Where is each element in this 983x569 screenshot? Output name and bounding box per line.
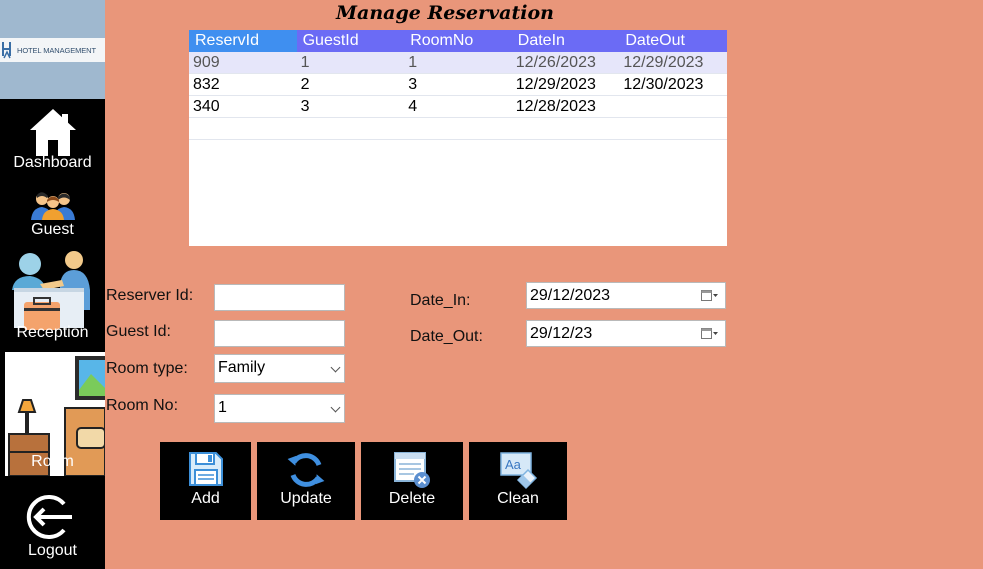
- hotel-logo-icon: [2, 42, 11, 59]
- table-cell: 4: [408, 98, 418, 115]
- table-cell: 2: [300, 76, 310, 93]
- room-type-select[interactable]: Family: [214, 354, 345, 383]
- column-header-reservid[interactable]: ReservId: [189, 30, 297, 52]
- table-cell: 340: [193, 98, 220, 115]
- table-cell: 1: [300, 54, 310, 71]
- reservations-table[interactable]: ReservId GuestId RoomNo DateIn DateOut 9…: [189, 30, 727, 246]
- table-cell: 832: [193, 76, 220, 93]
- reception-icon: [12, 251, 90, 330]
- column-header-guestid[interactable]: GuestId: [297, 30, 405, 52]
- sidebar-item-guest[interactable]: Guest: [0, 188, 105, 240]
- logo-text: HOTEL MANAGEMENT: [17, 45, 96, 55]
- logout-icon: [26, 495, 72, 539]
- table-cell: 12/29/2023: [515, 76, 596, 93]
- room-type-label: Room type:: [106, 360, 188, 377]
- room-no-select[interactable]: 1: [214, 394, 345, 423]
- chevron-down-icon: [330, 402, 341, 413]
- table-cell: 12/28/2023: [515, 98, 596, 115]
- table-row[interactable]: 909 1 1 12/26/2023 12/29/2023: [189, 52, 727, 74]
- sidebar-item-label: Reception: [16, 324, 89, 341]
- date-out-label: Date_Out:: [410, 328, 483, 345]
- date-out-value: 29/12/23: [530, 325, 593, 342]
- table-cell: 1: [408, 54, 418, 71]
- table-cell: 3: [408, 76, 418, 93]
- room-no-label: Room No:: [106, 397, 179, 414]
- add-button[interactable]: Add: [160, 442, 251, 520]
- update-button-label: Update: [280, 490, 332, 507]
- calendar-dropdown-icon[interactable]: [701, 328, 719, 340]
- page-title: Manage Reservation: [336, 2, 554, 24]
- update-button[interactable]: Update: [257, 442, 355, 520]
- delete-record-icon: [394, 452, 430, 488]
- date-in-picker[interactable]: 29/12/2023: [526, 282, 726, 309]
- delete-button-label: Delete: [388, 490, 436, 507]
- date-in-label: Date_In:: [410, 292, 471, 309]
- column-header-roomno[interactable]: RoomNo: [404, 30, 512, 52]
- table-cell: 12/26/2023: [515, 54, 596, 71]
- clear-format-icon: Aa: [500, 452, 538, 490]
- logo: HOTEL MANAGEMENT: [0, 38, 105, 62]
- reserver-id-label: Reserver Id:: [106, 287, 194, 304]
- table-cell: 909: [193, 54, 220, 71]
- room-no-value: 1: [218, 399, 227, 416]
- svg-text:Aa: Aa: [505, 457, 522, 472]
- logo-area: HOTEL MANAGEMENT: [0, 0, 105, 99]
- guests-icon: [31, 192, 75, 220]
- reserver-id-input[interactable]: [214, 284, 345, 311]
- clean-button[interactable]: Aa Clean: [469, 442, 567, 520]
- table-row[interactable]: 832 2 3 12/29/2023 12/30/2023: [189, 74, 727, 96]
- table-cell: 12/29/2023: [623, 54, 704, 71]
- refresh-icon: [287, 453, 325, 487]
- sidebar-item-logout[interactable]: Logout: [0, 490, 105, 562]
- table-cell: 12/30/2023: [623, 76, 704, 93]
- sidebar: HOTEL MANAGEMENT Dashboard Guest Recepti…: [0, 0, 105, 569]
- table-row[interactable]: 340 3 4 12/28/2023: [189, 96, 727, 118]
- room-type-value: Family: [218, 359, 266, 376]
- date-in-value: 29/12/2023: [530, 287, 611, 304]
- date-out-picker[interactable]: 29/12/23: [526, 320, 726, 347]
- table-cell: [619, 96, 727, 117]
- save-icon: [188, 452, 223, 486]
- sidebar-item-label: Logout: [28, 542, 77, 559]
- calendar-dropdown-icon[interactable]: [701, 290, 719, 302]
- table-header: ReservId GuestId RoomNo DateIn DateOut: [189, 30, 727, 52]
- table-new-row[interactable]: [189, 118, 727, 140]
- home-icon: [30, 109, 76, 156]
- sidebar-item-label: Dashboard: [13, 154, 92, 171]
- clean-button-label: Clean: [497, 490, 539, 507]
- sidebar-item-label: Guest: [31, 221, 74, 238]
- sidebar-item-dashboard[interactable]: Dashboard: [0, 104, 105, 176]
- chevron-down-icon: [330, 362, 341, 373]
- column-header-datein[interactable]: DateIn: [512, 30, 620, 52]
- delete-button[interactable]: Delete: [361, 442, 463, 520]
- guest-id-input[interactable]: [214, 320, 345, 347]
- table-cell: 3: [300, 98, 310, 115]
- sidebar-item-room[interactable]: Room: [5, 352, 105, 476]
- add-button-label: Add: [191, 490, 220, 507]
- sidebar-item-label: Room: [31, 453, 74, 470]
- guest-id-label: Guest Id:: [106, 323, 171, 340]
- column-header-dateout[interactable]: DateOut: [619, 30, 727, 52]
- sidebar-item-reception[interactable]: Reception: [0, 248, 105, 344]
